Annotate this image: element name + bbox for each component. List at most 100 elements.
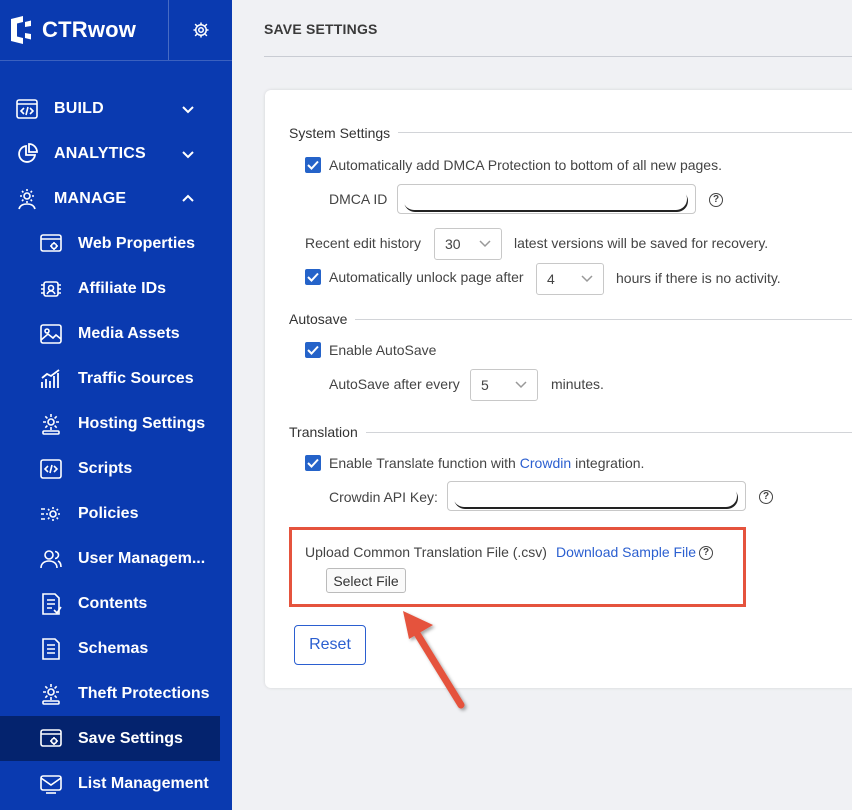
- sidebar-item-label: Save Settings: [78, 729, 183, 747]
- dmca-checkbox-label: Automatically add DMCA Protection to bot…: [329, 157, 722, 173]
- sidebar-item-label: Policies: [78, 504, 139, 522]
- unlock-hours-select[interactable]: 4: [536, 263, 604, 295]
- cog-user-icon: [14, 186, 40, 212]
- help-icon[interactable]: ?: [699, 546, 713, 560]
- dmca-id-input-field: [403, 188, 687, 210]
- reset-button[interactable]: Reset: [294, 625, 366, 665]
- dmca-checkbox[interactable]: [305, 157, 321, 173]
- dmca-id-label: DMCA ID: [329, 191, 388, 207]
- chevron-down-icon: [581, 275, 593, 283]
- sidebar-item-label: Media Assets: [78, 324, 180, 342]
- recent-history-suffix: latest versions will be saved for recove…: [514, 235, 769, 251]
- crowdin-link[interactable]: Crowdin: [520, 455, 571, 471]
- chevron-down-icon: [479, 240, 491, 248]
- autosave-checkbox[interactable]: [305, 342, 321, 358]
- schema-icon: [38, 636, 64, 662]
- dmca-id-input[interactable]: [397, 184, 696, 214]
- gear-icon: [193, 22, 208, 38]
- translation-title: Translation: [289, 424, 366, 440]
- recent-history-value: 30: [445, 236, 461, 252]
- autosave-every-suffix: minutes.: [551, 376, 604, 392]
- sidebar-section-label: MANAGE: [54, 189, 127, 207]
- sidebar-item-label: Theft Protections: [78, 684, 210, 702]
- translate-checkbox[interactable]: [305, 455, 321, 471]
- group-divider: [289, 319, 852, 320]
- sidebar-item-web-properties[interactable]: Web Properties: [0, 221, 220, 266]
- sidebar-item-label: Scripts: [78, 459, 133, 477]
- arrow-annotation-icon: [403, 611, 465, 709]
- autosave-title: Autosave: [289, 311, 356, 327]
- recent-history-select[interactable]: 30: [434, 228, 502, 260]
- document-icon: [38, 591, 64, 617]
- sidebar-item-scripts[interactable]: Scripts: [0, 446, 220, 491]
- chevron-down-icon: [182, 106, 194, 114]
- highlight-box: [289, 527, 746, 607]
- autosave-minutes-value: 5: [481, 377, 489, 393]
- sidebar-section-label: BUILD: [54, 99, 104, 117]
- sidebar-item-label: Schemas: [78, 639, 149, 657]
- code-window-icon: [14, 96, 40, 122]
- system-settings-title: System Settings: [289, 125, 399, 141]
- sidebar-item-save-settings[interactable]: Save Settings: [0, 716, 220, 761]
- sidebar-item-contents[interactable]: Contents: [0, 581, 220, 626]
- recent-history-label: Recent edit history: [305, 235, 421, 251]
- sidebar-item-schemas[interactable]: Schemas: [0, 626, 220, 671]
- autosave-every-label: AutoSave after every: [329, 376, 460, 392]
- image-icon: [38, 321, 64, 347]
- sidebar-item-hosting-settings[interactable]: Hosting Settings: [0, 401, 220, 446]
- sidebar-item-affiliate-ids[interactable]: Affiliate IDs: [0, 266, 220, 311]
- sidebar-item-label: Contents: [78, 594, 148, 612]
- help-icon[interactable]: ?: [759, 490, 773, 504]
- translate-label-suffix: integration.: [575, 455, 645, 471]
- policy-icon: [38, 501, 64, 527]
- download-sample-link[interactable]: Download Sample File: [556, 544, 696, 560]
- sidebar-section-label: ANALYTICS: [54, 144, 146, 162]
- sidebar: CTRwow BUILD ANALYTICS MANAGE Web Proper…: [0, 0, 232, 810]
- settings-button[interactable]: [168, 0, 232, 60]
- dmca-checkbox-row[interactable]: Automatically add DMCA Protection to bot…: [305, 157, 722, 173]
- unlock-checkbox-label: Automatically unlock page after: [329, 269, 524, 285]
- brand[interactable]: CTRwow: [0, 0, 168, 60]
- sidebar-item-label: Affiliate IDs: [78, 279, 167, 297]
- unlock-hours-value: 4: [547, 271, 555, 287]
- title-divider: [264, 56, 852, 57]
- crowdin-api-key-input[interactable]: [447, 481, 746, 511]
- sidebar-item-policies[interactable]: Policies: [0, 491, 220, 536]
- sidebar-item-user-management[interactable]: User Managem...: [0, 536, 220, 581]
- sidebar-item-label: Hosting Settings: [78, 414, 206, 432]
- sidebar-item-traffic-sources[interactable]: Traffic Sources: [0, 356, 220, 401]
- crowdin-api-key-label: Crowdin API Key:: [329, 489, 438, 505]
- sidebar-item-theft-protections[interactable]: Theft Protections: [0, 671, 220, 716]
- sidebar-item-label: Web Properties: [78, 234, 196, 252]
- brand-divider: [0, 60, 232, 61]
- web-gear-icon: [38, 231, 64, 257]
- unlock-checkbox-row[interactable]: Automatically unlock page after: [305, 269, 524, 285]
- page-title: SAVE SETTINGS: [264, 21, 378, 37]
- help-icon[interactable]: ?: [709, 193, 723, 207]
- select-file-button[interactable]: Select File: [326, 568, 406, 593]
- sidebar-section-analytics[interactable]: ANALYTICS: [0, 131, 232, 176]
- affiliate-icon: [38, 276, 64, 302]
- checkmark-icon: [307, 160, 319, 170]
- sidebar-section-build[interactable]: BUILD: [0, 86, 232, 131]
- group-divider: [289, 432, 852, 433]
- sidebar-item-media-assets[interactable]: Media Assets: [0, 311, 220, 356]
- chevron-up-icon: [182, 194, 194, 202]
- sidebar-item-label: List Management: [78, 774, 209, 792]
- autosave-minutes-select[interactable]: 5: [470, 369, 538, 401]
- checkmark-icon: [307, 458, 319, 468]
- autosave-checkbox-label: Enable AutoSave: [329, 342, 437, 358]
- sidebar-item-list-management[interactable]: List Management: [0, 761, 220, 806]
- translate-checkbox-row[interactable]: Enable Translate function with Crowdin i…: [305, 455, 644, 471]
- checkmark-icon: [307, 272, 319, 282]
- sidebar-section-manage[interactable]: MANAGE: [0, 176, 232, 221]
- upload-label: Upload Common Translation File (.csv): [305, 544, 547, 560]
- unlock-checkbox[interactable]: [305, 269, 321, 285]
- sidebar-item-label: Traffic Sources: [78, 369, 194, 387]
- pie-chart-icon: [14, 141, 40, 167]
- autosave-checkbox-row[interactable]: Enable AutoSave: [305, 342, 436, 358]
- crowdin-api-key-field: [453, 485, 737, 507]
- checkmark-icon: [307, 345, 319, 355]
- hosting-gear-icon: [38, 411, 64, 437]
- translate-label-prefix: Enable Translate function with: [329, 455, 516, 471]
